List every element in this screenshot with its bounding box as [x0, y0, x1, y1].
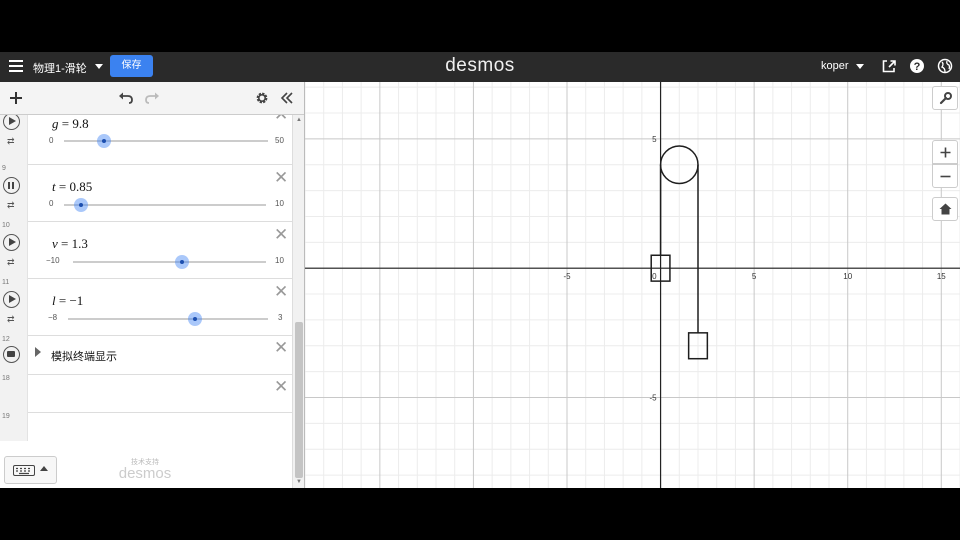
expression-row-t[interactable]: 9 ⇄ t = 0.85 ✕ 0 10 [0, 164, 292, 222]
svg-text:?: ? [914, 61, 921, 73]
loop-icon[interactable]: ⇄ [7, 137, 15, 146]
delete-icon[interactable]: ✕ [274, 339, 288, 356]
delete-icon[interactable]: ✕ [274, 378, 288, 395]
row-number: 10 [2, 222, 10, 229]
slider-min[interactable]: 0 [49, 136, 53, 145]
expression-formula[interactable]: g = 9.8 [52, 116, 89, 132]
empty-expression-row[interactable]: 18 ✕ [0, 374, 292, 413]
slider-handle[interactable] [96, 134, 111, 148]
x-tick-label: 5 [752, 272, 757, 281]
expand-folder-icon[interactable] [35, 347, 41, 357]
undo-icon[interactable] [118, 91, 134, 105]
play-button[interactable] [3, 234, 20, 251]
major-gridlines [305, 82, 960, 488]
slider-min[interactable]: −10 [46, 256, 60, 265]
expression-formula[interactable]: t = 0.85 [52, 179, 92, 195]
play-button[interactable] [3, 291, 20, 308]
collapse-icon[interactable] [280, 91, 294, 105]
expression-row-v[interactable]: 10 ⇄ v = 1.3 ✕ −10 10 [0, 221, 292, 279]
slider-track[interactable] [64, 204, 266, 206]
keyboard-icon [13, 465, 35, 476]
add-icon[interactable] [9, 91, 23, 105]
settings-icon[interactable] [255, 91, 269, 105]
folder-label[interactable]: 模拟终端显示 [51, 348, 117, 364]
pause-button[interactable] [3, 177, 20, 194]
user-menu[interactable]: koper [821, 60, 849, 72]
wrench-icon [939, 92, 952, 105]
row-number: 9 [2, 165, 6, 172]
desmos-logo: desmos [445, 55, 515, 76]
expression-footer: 技术支持 desmos [0, 441, 292, 488]
expression-list: ⇄ g = 9.8 ✕ 0 50 9 ⇄ t = 0.85 ✕ 0 10 [0, 115, 292, 441]
slider-min[interactable]: 0 [49, 199, 53, 208]
zoom-in-icon [940, 147, 951, 158]
desmos-app: 物理1-滑轮 保存 desmos koper ? ⇄ g = 9.8 0 50 … [0, 52, 960, 488]
top-bar: 物理1-滑轮 保存 desmos koper ? [0, 52, 960, 82]
slider-track[interactable] [64, 140, 268, 142]
slider-handle[interactable] [175, 255, 190, 269]
slider-track[interactable] [73, 261, 266, 263]
home-icon [939, 203, 952, 215]
loop-icon[interactable]: ⇄ [7, 201, 15, 210]
scroll-up-icon[interactable]: ▲ [296, 117, 302, 123]
row-number: 19 [2, 413, 10, 420]
row-number: 18 [2, 375, 10, 382]
expression-formula[interactable]: v = 1.3 [52, 236, 88, 252]
delete-icon[interactable]: ✕ [274, 115, 288, 123]
zoom-in-button[interactable] [932, 140, 958, 164]
row-number: 12 [2, 336, 10, 343]
row-number: 11 [2, 279, 10, 286]
loop-icon[interactable]: ⇄ [7, 258, 15, 267]
slider-max[interactable]: 10 [275, 256, 284, 265]
slider-max[interactable]: 10 [275, 199, 284, 208]
delete-icon[interactable]: ✕ [274, 283, 288, 300]
chevron-down-icon[interactable] [856, 64, 864, 69]
slider-min[interactable]: −8 [48, 313, 57, 322]
scroll-down-icon[interactable]: ▼ [296, 479, 302, 485]
footer-logo: desmos [118, 465, 172, 482]
expression-row-l[interactable]: 11 ⇄ l = −1 ✕ −8 3 [0, 278, 292, 336]
expression-toolbar [0, 82, 304, 115]
x-tick-label: -5 [563, 272, 571, 281]
expression-row-g[interactable]: ⇄ g = 9.8 ✕ 0 50 [0, 115, 292, 165]
default-viewport-button[interactable] [932, 197, 958, 221]
minor-gridlines [305, 82, 960, 488]
slider-max[interactable]: 50 [275, 136, 284, 145]
y-tick-label: 5 [652, 135, 657, 144]
zoom-out-button[interactable] [932, 164, 958, 188]
origin-label: 0 [652, 272, 657, 281]
keyboard-button[interactable] [4, 456, 57, 484]
folder-row[interactable]: 12 模拟终端显示 ✕ [0, 335, 292, 375]
delete-icon[interactable]: ✕ [274, 169, 288, 186]
graph-canvas[interactable]: -5 5 10 15 5 -5 0 [305, 82, 960, 488]
x-tick-label: 15 [937, 272, 946, 281]
expression-formula[interactable]: l = −1 [52, 293, 83, 309]
graph-settings-button[interactable] [932, 86, 958, 110]
chevron-up-icon [40, 466, 48, 471]
slider-handle[interactable] [74, 198, 89, 212]
slider-handle[interactable] [188, 312, 203, 326]
slider-max[interactable]: 3 [278, 313, 282, 322]
x-tick-label: 10 [843, 272, 852, 281]
folder-icon[interactable] [3, 346, 20, 363]
scrollbar-thumb[interactable] [295, 322, 303, 478]
help-icon[interactable]: ? [909, 58, 925, 74]
redo-icon[interactable] [144, 91, 160, 105]
globe-icon[interactable] [937, 58, 953, 74]
delete-icon[interactable]: ✕ [274, 226, 288, 243]
loop-icon[interactable]: ⇄ [7, 315, 15, 324]
empty-expression-row[interactable]: 19 [0, 412, 292, 441]
y-tick-label: -5 [649, 393, 657, 402]
slider-track[interactable] [68, 318, 268, 320]
zoom-out-icon [940, 175, 951, 178]
share-icon[interactable] [881, 58, 897, 74]
